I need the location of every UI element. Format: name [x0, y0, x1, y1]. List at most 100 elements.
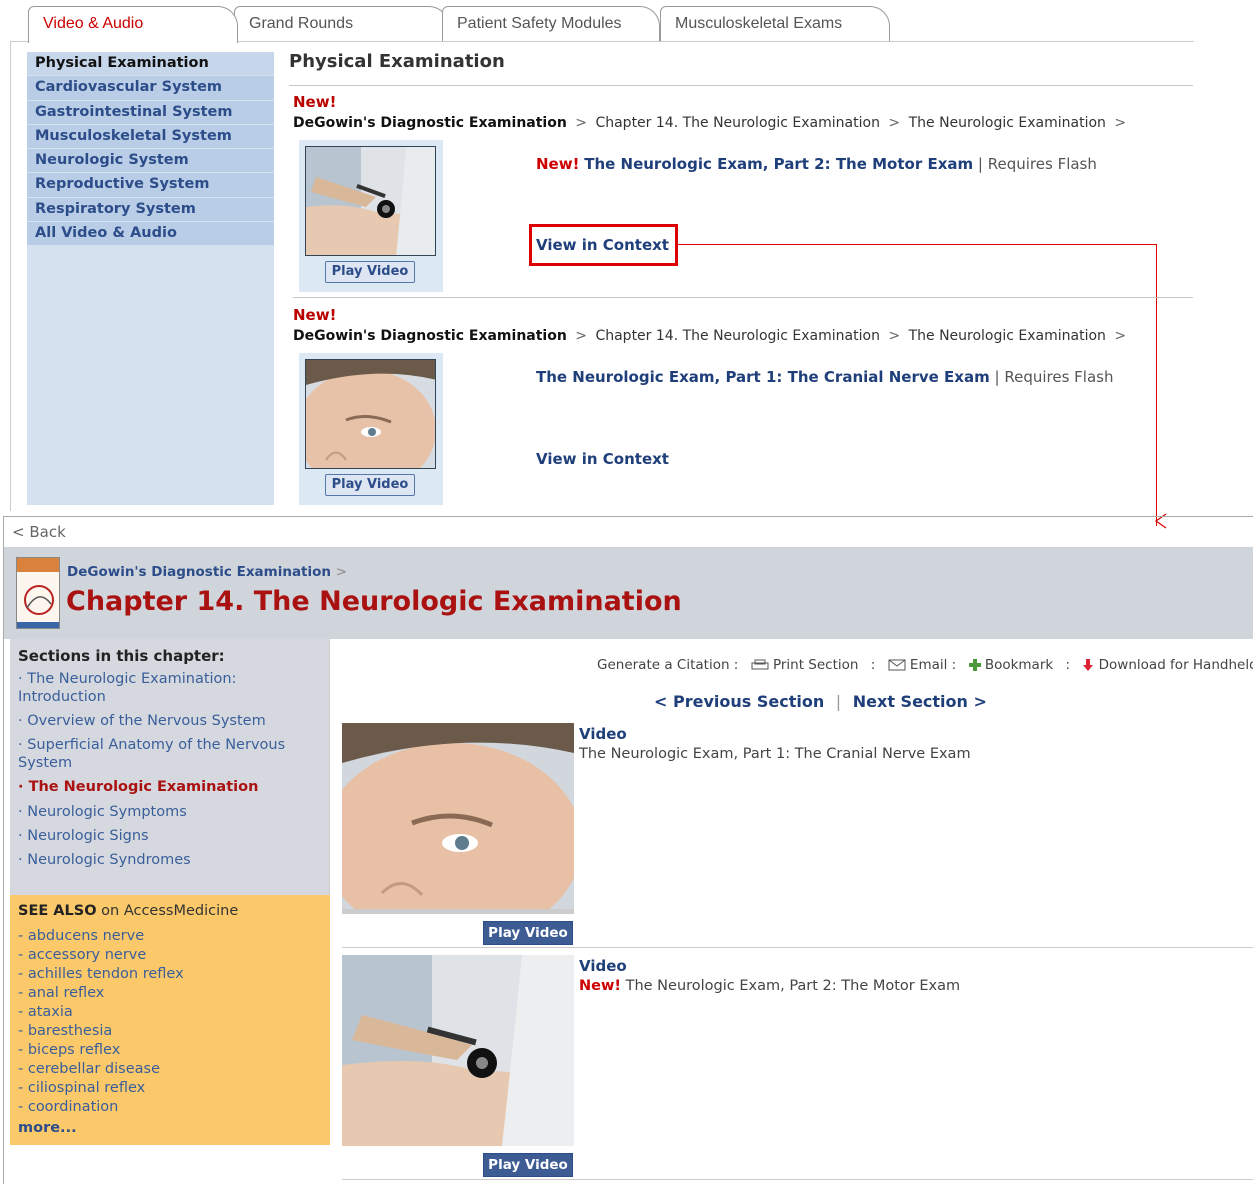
printer-icon — [751, 659, 769, 670]
requires-flash-note: | Requires Flash — [977, 155, 1097, 173]
panel-border — [10, 41, 11, 511]
sidebar-item-gastrointestinal[interactable]: Gastrointestinal System — [27, 100, 274, 125]
breadcrumb-separator: > — [1114, 115, 1127, 131]
previous-section-link[interactable]: < Previous Section — [654, 692, 824, 711]
section-link[interactable]: · The Neurologic Examination: Introducti… — [18, 670, 318, 706]
download-arrow-icon — [1083, 659, 1094, 671]
breadcrumb-section[interactable]: The Neurologic Examination — [909, 328, 1106, 344]
section-link-active[interactable]: · The Neurologic Examination — [18, 778, 318, 796]
section-pager: < Previous Section | Next Section > — [654, 692, 987, 711]
play-video-button[interactable]: Play Video — [325, 474, 415, 496]
breadcrumb-section[interactable]: The Neurologic Examination — [909, 115, 1106, 131]
cranial-nerve-exam-thumbnail[interactable] — [305, 359, 436, 469]
breadcrumb-separator: > — [888, 328, 901, 344]
see-also-heading: SEE ALSO on AccessMedicine — [18, 903, 239, 919]
new-badge: New! — [293, 93, 337, 111]
sections-heading: Sections in this chapter: — [18, 647, 225, 665]
video-thumbnail-box: Play Video — [299, 140, 443, 292]
divider — [342, 947, 1253, 948]
see-also-link[interactable]: - anal reflex — [18, 985, 104, 1001]
sidebar-item-reproductive[interactable]: Reproductive System — [27, 173, 274, 198]
play-video-button[interactable]: Play Video — [483, 921, 573, 945]
sidebar-item-physical-examination[interactable]: Physical Examination — [27, 52, 274, 77]
breadcrumb: DeGowin's Diagnostic Examination > Chapt… — [293, 115, 1130, 131]
breadcrumb-separator: > — [888, 115, 901, 131]
tab-musculoskeletal-exams[interactable]: Musculoskeletal Exams — [660, 6, 890, 42]
see-also-link[interactable]: - ataxia — [18, 1004, 73, 1020]
divider — [342, 1179, 1253, 1180]
see-also-link[interactable]: - abducens nerve — [18, 928, 144, 944]
plus-icon — [968, 659, 981, 671]
page-title: Physical Examination — [289, 51, 505, 72]
sidebar-item-all-video-audio[interactable]: All Video & Audio — [27, 222, 274, 247]
section-link[interactable]: · Neurologic Syndromes — [18, 851, 318, 869]
divider — [289, 85, 1193, 86]
see-also-link[interactable]: - cerebellar disease — [18, 1061, 160, 1077]
breadcrumb: DeGowin's Diagnostic Examination > Chapt… — [293, 328, 1130, 344]
chapter-toolbar: Generate a Citation : Print Section : Em… — [597, 657, 1253, 673]
breadcrumb-separator: > — [575, 328, 587, 344]
new-badge: New! — [293, 306, 337, 324]
annotation-highlight — [529, 224, 678, 266]
envelope-icon — [888, 659, 906, 671]
video-thumbnail-box: Play Video — [299, 353, 443, 505]
breadcrumb-book[interactable]: DeGowin's Diagnostic Examination — [67, 564, 331, 580]
see-also-link[interactable]: - biceps reflex — [18, 1042, 120, 1058]
see-also-link[interactable]: - achilles tendon reflex — [18, 966, 184, 982]
tab-patient-safety[interactable]: Patient Safety Modules — [442, 6, 660, 42]
requires-flash-note: | Requires Flash — [994, 368, 1114, 386]
breadcrumb-separator: > — [335, 564, 348, 580]
section-link[interactable]: · Superficial Anatomy of the Nervous Sys… — [18, 736, 318, 772]
download-handheld-button[interactable]: Download for Handheld — [1082, 657, 1253, 673]
back-link[interactable]: < Back — [12, 523, 66, 541]
play-video-button[interactable]: Play Video — [483, 1153, 573, 1177]
chapter-view-panel: < Back DeGowin's Diagnostic Examination … — [3, 516, 1253, 1184]
media-description: The Neurologic Exam, Part 1: The Cranial… — [579, 746, 971, 762]
video-title[interactable]: The Neurologic Exam, Part 1: The Cranial… — [536, 368, 990, 386]
generate-citation-link[interactable]: Generate a Citation : — [597, 657, 738, 673]
book-cover-icon — [16, 557, 60, 629]
see-also-more-link[interactable]: more... — [18, 1120, 77, 1136]
breadcrumb-separator: > — [575, 115, 587, 131]
see-also-link[interactable]: - accessory nerve — [18, 947, 146, 963]
new-badge: New! — [579, 978, 621, 994]
tab-video-audio[interactable]: Video & Audio — [28, 6, 238, 43]
video-title-link[interactable]: The Neurologic Exam, Part 1: The Cranial… — [536, 368, 1113, 386]
new-badge: New! — [536, 155, 580, 173]
see-also-link[interactable]: - coordination — [18, 1099, 118, 1115]
sidebar-item-neurologic[interactable]: Neurologic System — [27, 149, 274, 174]
motor-exam-image[interactable] — [342, 955, 574, 1146]
category-sidebar: Physical Examination Cardiovascular Syst… — [27, 52, 274, 505]
breadcrumb-book[interactable]: DeGowin's Diagnostic Examination — [293, 328, 567, 344]
media-type-label: Video — [579, 957, 627, 975]
tab-grand-rounds[interactable]: Grand Rounds — [234, 6, 449, 42]
breadcrumb-chapter[interactable]: Chapter 14. The Neurologic Examination — [595, 328, 879, 344]
video-title-link[interactable]: New! The Neurologic Exam, Part 2: The Mo… — [536, 155, 1097, 173]
section-link[interactable]: · Neurologic Signs — [18, 827, 318, 845]
video-title[interactable]: The Neurologic Exam, Part 2: The Motor E… — [584, 155, 973, 173]
bookmark-button[interactable]: Bookmark — [968, 657, 1053, 673]
divider — [293, 297, 1193, 298]
email-button[interactable]: Email : — [888, 657, 956, 673]
cranial-nerve-exam-image[interactable] — [342, 723, 574, 914]
sections-sidebar: Sections in this chapter: · The Neurolog… — [10, 639, 330, 895]
breadcrumb-chapter[interactable]: Chapter 14. The Neurologic Examination — [595, 115, 879, 131]
sidebar-item-cardiovascular[interactable]: Cardiovascular System — [27, 76, 274, 101]
section-link[interactable]: · Overview of the Nervous System — [18, 712, 318, 730]
play-video-button[interactable]: Play Video — [325, 261, 415, 283]
section-link[interactable]: · Neurologic Symptoms — [18, 803, 318, 821]
print-section-button[interactable]: Print Section — [751, 657, 858, 673]
view-in-context-link[interactable]: View in Context — [536, 450, 669, 468]
see-also-link[interactable]: - baresthesia — [18, 1023, 112, 1039]
toolbar-separator: : — [1065, 657, 1071, 673]
sidebar-item-respiratory[interactable]: Respiratory System — [27, 197, 274, 223]
see-also-box: SEE ALSO on AccessMedicine - abducens ne… — [10, 895, 330, 1145]
sidebar-item-musculoskeletal[interactable]: Musculoskeletal System — [27, 124, 274, 150]
chapter-breadcrumb: DeGowin's Diagnostic Examination > — [67, 564, 347, 580]
breadcrumb-book[interactable]: DeGowin's Diagnostic Examination — [293, 115, 567, 131]
next-section-link[interactable]: Next Section > — [853, 692, 987, 711]
motor-exam-thumbnail[interactable] — [305, 146, 436, 256]
chapter-header: DeGowin's Diagnostic Examination > Chapt… — [4, 547, 1253, 639]
see-also-link[interactable]: - ciliospinal reflex — [18, 1080, 145, 1096]
media-type-label: Video — [579, 725, 627, 743]
